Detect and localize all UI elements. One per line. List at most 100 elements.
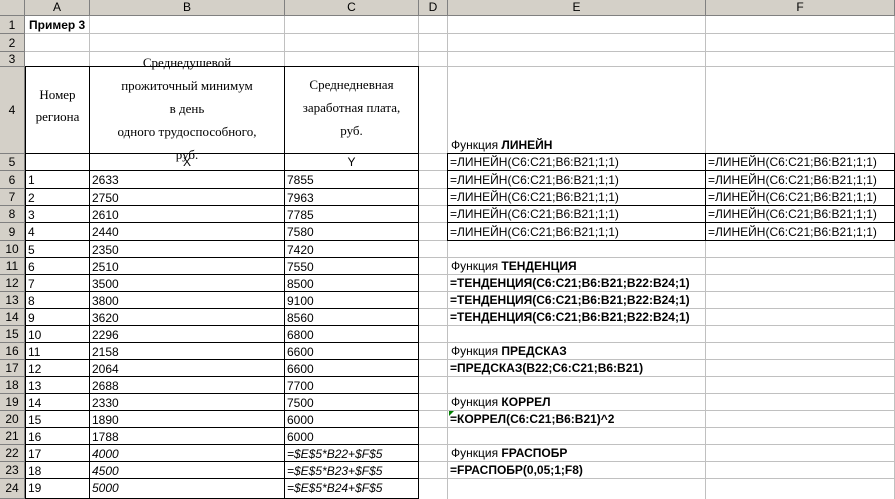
y-value[interactable]: =$E$5*B24+$F$5 xyxy=(285,480,418,496)
x-value[interactable]: 2350 xyxy=(90,242,284,258)
linest-cell-e8[interactable]: =ЛИНЕЙН(C6:C21;B6:B21;1;1) xyxy=(448,206,619,222)
x-value[interactable]: 5000 xyxy=(90,480,284,496)
y-value[interactable]: 8500 xyxy=(285,276,418,292)
y-value[interactable]: 7580 xyxy=(285,224,418,240)
row-header-18[interactable]: 18 xyxy=(0,377,25,394)
region-number[interactable]: 8 xyxy=(26,293,89,309)
linest-cell-e9[interactable]: =ЛИНЕЙН(C6:C21;B6:B21;1;1) xyxy=(448,224,619,240)
region-number[interactable]: 9 xyxy=(26,310,89,326)
region-number[interactable]: 13 xyxy=(26,378,89,394)
linest-cell-e6[interactable]: =ЛИНЕЙН(C6:C21;B6:B21;1;1) xyxy=(448,172,619,188)
x-value[interactable]: 3500 xyxy=(90,276,284,292)
x-value[interactable]: 2330 xyxy=(90,395,284,411)
region-number[interactable]: 12 xyxy=(26,361,89,377)
header-y[interactable]: Y xyxy=(285,154,418,170)
trend-cell-e13[interactable]: =ТЕНДЕНЦИЯ(C6:C21;B6:B21;B22:B24;1) xyxy=(448,292,690,308)
row-header-11[interactable]: 11 xyxy=(0,258,25,275)
x-value[interactable]: 2610 xyxy=(90,207,284,223)
region-number[interactable]: 18 xyxy=(26,463,89,479)
linest-label[interactable]: Функция ЛИНЕЙН xyxy=(449,137,552,153)
header-region[interactable]: Номер региона xyxy=(26,84,89,128)
row-header-5[interactable]: 5 xyxy=(0,154,25,171)
row-header-16[interactable]: 16 xyxy=(0,343,25,360)
trend-label[interactable]: Функция ТЕНДЕНЦИЯ xyxy=(449,258,577,274)
region-number[interactable]: 4 xyxy=(26,224,89,240)
y-value[interactable]: =$E$5*B23+$F$5 xyxy=(285,463,418,479)
correl-cell-e20[interactable]: =КОРРЕЛ(C6:C21;B6:B21)^2 xyxy=(448,411,614,427)
header-x[interactable]: X xyxy=(90,154,284,170)
col-header-d[interactable]: D xyxy=(419,0,448,16)
row-header-9[interactable]: 9 xyxy=(0,223,25,241)
y-value[interactable]: 7963 xyxy=(285,190,418,206)
region-number[interactable]: 6 xyxy=(26,259,89,275)
y-value[interactable]: 6600 xyxy=(285,361,418,377)
error-indicator-icon[interactable] xyxy=(449,411,454,416)
row-header-3[interactable]: 3 xyxy=(0,52,25,67)
row-header-19[interactable]: 19 xyxy=(0,394,25,411)
row-header-13[interactable]: 13 xyxy=(0,292,25,309)
region-number[interactable]: 17 xyxy=(26,446,89,462)
region-number[interactable]: 7 xyxy=(26,276,89,292)
row-header-12[interactable]: 12 xyxy=(0,275,25,292)
region-number[interactable]: 11 xyxy=(26,344,89,360)
row-header-7[interactable]: 7 xyxy=(0,189,25,206)
x-value[interactable]: 3620 xyxy=(90,310,284,326)
y-value[interactable]: 7500 xyxy=(285,395,418,411)
region-number[interactable]: 15 xyxy=(26,412,89,428)
row-header-10[interactable]: 10 xyxy=(0,241,25,258)
region-number[interactable]: 16 xyxy=(26,429,89,445)
linest-cell-e5[interactable]: =ЛИНЕЙН(C6:C21;B6:B21;1;1) xyxy=(448,154,619,170)
correl-label[interactable]: Функция КОРРЕЛ xyxy=(449,394,551,410)
linest-cell-f9[interactable]: =ЛИНЕЙН(C6:C21;B6:B21;1;1) xyxy=(706,224,877,240)
x-value[interactable]: 2688 xyxy=(90,378,284,394)
x-value[interactable]: 2158 xyxy=(90,344,284,360)
x-value[interactable]: 1890 xyxy=(90,412,284,428)
x-value[interactable]: 2510 xyxy=(90,259,284,275)
col-header-a[interactable]: A xyxy=(25,0,90,16)
forecast-label[interactable]: Функция ПРЕДСКАЗ xyxy=(449,343,567,359)
row-header-23[interactable]: 23 xyxy=(0,462,25,479)
y-value[interactable]: 7550 xyxy=(285,259,418,275)
x-value[interactable]: 2064 xyxy=(90,361,284,377)
col-header-b[interactable]: B xyxy=(90,0,285,16)
row-header-20[interactable]: 20 xyxy=(0,411,25,428)
region-number[interactable]: 3 xyxy=(26,207,89,223)
col-header-f[interactable]: F xyxy=(706,0,895,16)
finv-label[interactable]: Функция FРАСПОБР xyxy=(449,445,567,461)
row-header-1[interactable]: 1 xyxy=(0,16,25,34)
y-value[interactable]: 7700 xyxy=(285,378,418,394)
linest-cell-e7[interactable]: =ЛИНЕЙН(C6:C21;B6:B21;1;1) xyxy=(448,189,619,205)
trend-cell-e12[interactable]: =ТЕНДЕНЦИЯ(C6:C21;B6:B21;B22:B24;1) xyxy=(448,275,690,291)
row-header-8[interactable]: 8 xyxy=(0,206,25,223)
sheet-title[interactable]: Пример 3 xyxy=(27,17,85,33)
finv-cell-e23[interactable]: =FРАСПОБР(0,05;1;F8) xyxy=(448,462,583,478)
row-header-17[interactable]: 17 xyxy=(0,360,25,377)
forecast-cell-e17[interactable]: =ПРЕДСКАЗ(B22;C6:C21;B6:B21) xyxy=(448,360,643,376)
header-wage[interactable]: Среднедневная заработная плата, руб. xyxy=(285,73,418,142)
x-value[interactable]: 2296 xyxy=(90,327,284,343)
row-header-22[interactable]: 22 xyxy=(0,445,25,462)
region-number[interactable]: 19 xyxy=(26,480,89,496)
region-number[interactable]: 1 xyxy=(26,172,89,188)
y-value[interactable]: 6000 xyxy=(285,412,418,428)
y-value[interactable]: 8560 xyxy=(285,310,418,326)
linest-cell-f5[interactable]: =ЛИНЕЙН(C6:C21;B6:B21;1;1) xyxy=(706,154,877,170)
x-value[interactable]: 2750 xyxy=(90,190,284,206)
row-header-4[interactable]: 4 xyxy=(0,67,25,154)
row-header-14[interactable]: 14 xyxy=(0,309,25,326)
y-value[interactable]: 7420 xyxy=(285,242,418,258)
col-header-e[interactable]: E xyxy=(448,0,706,16)
header-min-living[interactable]: Среднедушевой прожиточный минимум в день… xyxy=(90,51,284,166)
x-value[interactable]: 3800 xyxy=(90,293,284,309)
region-number[interactable]: 5 xyxy=(26,242,89,258)
row-header-21[interactable]: 21 xyxy=(0,428,25,445)
linest-cell-f8[interactable]: =ЛИНЕЙН(C6:C21;B6:B21;1;1) xyxy=(706,206,877,222)
row-header-2[interactable]: 2 xyxy=(0,34,25,52)
x-value[interactable]: 1788 xyxy=(90,429,284,445)
linest-cell-f7[interactable]: =ЛИНЕЙН(C6:C21;B6:B21;1;1) xyxy=(706,189,877,205)
x-value[interactable]: 4000 xyxy=(90,446,284,462)
y-value[interactable]: 6800 xyxy=(285,327,418,343)
col-header-c[interactable]: C xyxy=(285,0,419,16)
y-value[interactable]: 6000 xyxy=(285,429,418,445)
region-number[interactable]: 14 xyxy=(26,395,89,411)
